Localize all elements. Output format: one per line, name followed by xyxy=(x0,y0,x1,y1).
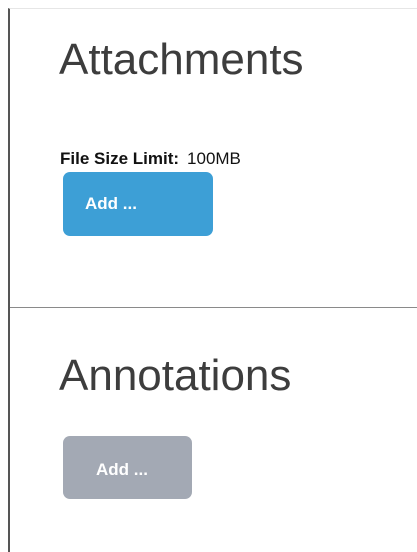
annotations-title: Annotations xyxy=(59,351,292,400)
section-divider xyxy=(10,307,417,308)
file-size-limit-label: File Size Limit: xyxy=(60,149,180,168)
add-annotation-button[interactable]: Add ... xyxy=(63,436,192,499)
attachments-title: Attachments xyxy=(59,35,304,84)
add-attachment-button[interactable]: Add ... xyxy=(63,172,213,236)
file-size-limit-value: 100MB xyxy=(187,149,241,168)
file-size-limit: File Size Limit: 100MB xyxy=(60,149,241,169)
